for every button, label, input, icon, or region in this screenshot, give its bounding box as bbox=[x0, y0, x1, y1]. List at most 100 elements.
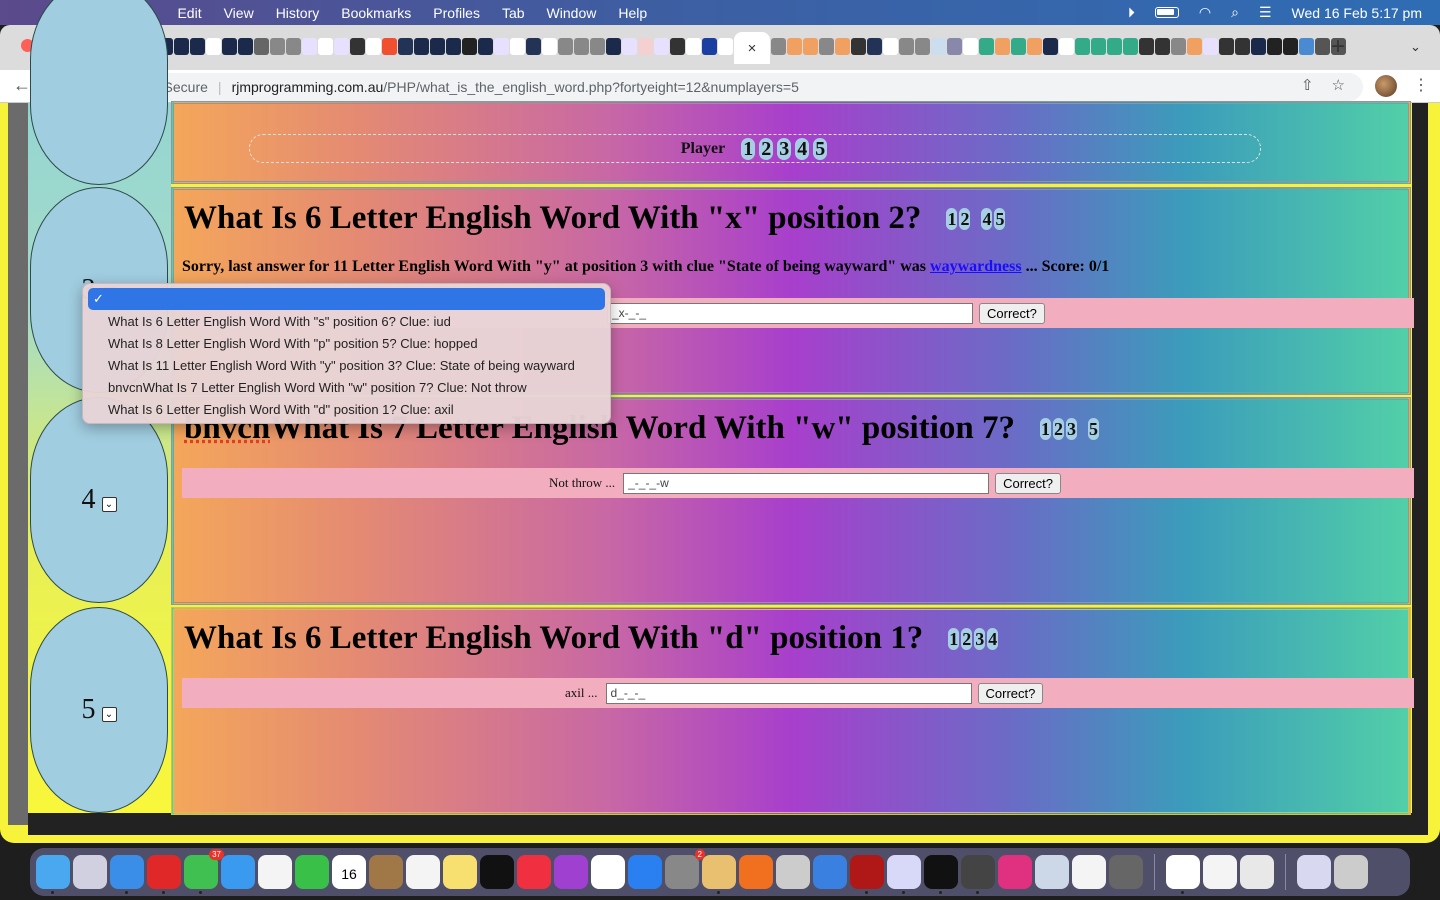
browser-tab[interactable] bbox=[462, 38, 477, 55]
browser-tab[interactable] bbox=[867, 38, 882, 55]
browser-tab[interactable] bbox=[1315, 38, 1330, 55]
browser-tab[interactable] bbox=[1299, 38, 1314, 55]
browser-tab[interactable] bbox=[382, 38, 397, 55]
browser-tab[interactable] bbox=[835, 38, 850, 55]
menu-window[interactable]: Window bbox=[547, 5, 597, 21]
player-badge[interactable]: 2 bbox=[1052, 417, 1064, 440]
browser-tab[interactable] bbox=[995, 38, 1010, 55]
dock-mail-icon[interactable] bbox=[221, 855, 255, 889]
player-badge[interactable]: 1 bbox=[1039, 417, 1051, 440]
browser-tab[interactable] bbox=[963, 38, 978, 55]
dock-terminal-icon[interactable] bbox=[924, 855, 958, 894]
browser-tab[interactable] bbox=[1203, 38, 1218, 55]
dropdown-option[interactable]: bnvcnWhat Is 7 Letter English Word With … bbox=[88, 377, 605, 399]
browser-tab[interactable] bbox=[1155, 38, 1170, 55]
browser-tab[interactable] bbox=[398, 38, 413, 55]
browser-tab[interactable] bbox=[542, 38, 557, 55]
browser-tab[interactable] bbox=[238, 38, 253, 55]
browser-tab[interactable] bbox=[670, 38, 685, 55]
dropdown-option[interactable]: What Is 8 Letter English Word With "p" p… bbox=[88, 333, 605, 355]
player-button-2[interactable]: 2 bbox=[759, 137, 774, 160]
browser-tab[interactable] bbox=[190, 38, 205, 55]
browser-tab[interactable] bbox=[558, 38, 573, 55]
browser-tab[interactable] bbox=[718, 38, 733, 55]
browser-tab[interactable] bbox=[590, 38, 605, 55]
clock[interactable]: Wed 16 Feb 5:17 pm bbox=[1292, 5, 1422, 21]
browser-tab[interactable] bbox=[334, 38, 349, 55]
dock-sequel-icon[interactable] bbox=[961, 855, 995, 894]
player-button-4[interactable]: 4 bbox=[795, 137, 810, 160]
back-button[interactable]: ← bbox=[13, 75, 31, 96]
dock-gimp-icon[interactable] bbox=[1109, 855, 1143, 889]
browser-tab[interactable] bbox=[366, 38, 381, 55]
dock-calendar-icon[interactable]: 16 bbox=[332, 855, 366, 889]
browser-tab[interactable] bbox=[1283, 38, 1298, 55]
player-badge[interactable]: 5 bbox=[1087, 417, 1099, 440]
dock-paintbrush-icon[interactable] bbox=[702, 855, 736, 894]
browser-tab[interactable] bbox=[350, 38, 365, 55]
browser-tab[interactable] bbox=[1235, 38, 1250, 55]
browser-tab[interactable] bbox=[899, 38, 914, 55]
dock-app-store-icon[interactable] bbox=[628, 855, 662, 889]
player-button-3[interactable]: 3 bbox=[777, 137, 792, 160]
dock-opera-icon[interactable] bbox=[147, 855, 181, 894]
dock-preview-icon[interactable] bbox=[1035, 855, 1069, 889]
address-bar[interactable]: ▲ Not Secure | rjmprogramming.com.au/PHP… bbox=[107, 73, 1363, 101]
browser-tab[interactable] bbox=[1267, 38, 1282, 55]
dock-script-editor-icon[interactable] bbox=[1240, 855, 1274, 889]
play-icon[interactable]: ⏵ bbox=[1128, 4, 1135, 21]
answer-input[interactable] bbox=[605, 682, 972, 704]
browser-tab[interactable] bbox=[446, 38, 461, 55]
dock-safari-icon[interactable] bbox=[110, 855, 144, 894]
browser-tab[interactable] bbox=[414, 38, 429, 55]
browser-tab[interactable] bbox=[222, 38, 237, 55]
dock-podcasts-icon[interactable] bbox=[554, 855, 588, 889]
player-badge[interactable]: 1 bbox=[948, 627, 960, 650]
menu-tab[interactable]: Tab bbox=[502, 5, 525, 21]
player-button-1[interactable]: 1 bbox=[741, 137, 756, 160]
player-badge[interactable]: 1 bbox=[946, 207, 958, 230]
dock-notes-icon[interactable] bbox=[443, 855, 477, 889]
browser-tab[interactable] bbox=[1075, 38, 1090, 55]
bookmark-star-icon[interactable]: ☆ bbox=[1332, 76, 1345, 94]
dock-calculator-icon[interactable] bbox=[776, 855, 810, 889]
browser-tab[interactable] bbox=[787, 38, 802, 55]
browser-tab[interactable] bbox=[302, 38, 317, 55]
player-badge[interactable]: 2 bbox=[961, 627, 973, 650]
player-badge[interactable]: 5 bbox=[994, 207, 1006, 230]
player-badge[interactable]: 2 bbox=[959, 207, 971, 230]
browser-tab[interactable] bbox=[947, 38, 962, 55]
player-select[interactable]: ⌄ bbox=[101, 706, 117, 722]
dock-xcode-icon[interactable] bbox=[813, 855, 847, 889]
browser-tab[interactable] bbox=[270, 38, 285, 55]
menu-bookmarks[interactable]: Bookmarks bbox=[341, 5, 411, 21]
dock-libreoffice-icon[interactable] bbox=[1072, 855, 1106, 889]
browser-tab[interactable] bbox=[851, 38, 866, 55]
tab-search-chevron-icon[interactable]: ⌄ bbox=[1410, 39, 1421, 55]
dock-intellij-idea-icon[interactable] bbox=[998, 855, 1032, 889]
dock-google-chrome-icon[interactable] bbox=[1166, 855, 1200, 894]
dock-contacts-icon[interactable] bbox=[369, 855, 403, 889]
dock-facetime-icon[interactable] bbox=[295, 855, 329, 889]
answer-input[interactable] bbox=[623, 472, 990, 494]
spotlight-search-icon[interactable]: ⌕ bbox=[1231, 4, 1239, 21]
browser-tab[interactable] bbox=[1251, 38, 1266, 55]
browser-tab[interactable] bbox=[206, 38, 221, 55]
browser-tab[interactable] bbox=[1027, 38, 1042, 55]
battery-icon[interactable] bbox=[1154, 7, 1179, 18]
dropdown-option-blank[interactable]: ✓ bbox=[88, 288, 605, 310]
browser-tab[interactable] bbox=[478, 38, 493, 55]
browser-tab[interactable] bbox=[574, 38, 589, 55]
browser-tab[interactable] bbox=[1187, 38, 1202, 55]
dock-music-icon[interactable] bbox=[517, 855, 551, 889]
browser-tab[interactable] bbox=[803, 38, 818, 55]
dropdown-option[interactable]: What Is 11 Letter English Word With "y" … bbox=[88, 355, 605, 377]
browser-tab[interactable] bbox=[254, 38, 269, 55]
browser-tab[interactable] bbox=[931, 38, 946, 55]
browser-tab[interactable] bbox=[510, 38, 525, 55]
menu-profiles[interactable]: Profiles bbox=[433, 5, 480, 21]
dock-messages-icon[interactable]: 37 bbox=[184, 849, 224, 894]
browser-tab[interactable] bbox=[1043, 38, 1058, 55]
answer-input[interactable] bbox=[607, 302, 973, 324]
dock-trash-icon[interactable] bbox=[1334, 855, 1368, 889]
